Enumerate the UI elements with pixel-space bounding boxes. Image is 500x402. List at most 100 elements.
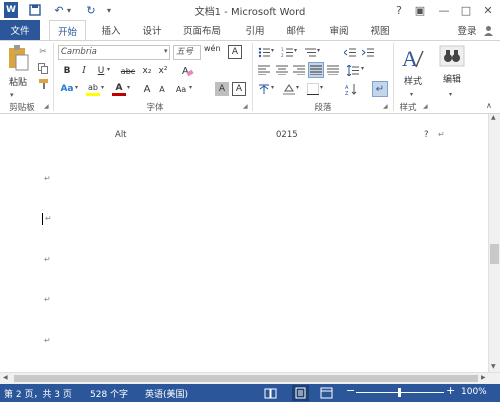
read-mode-icon[interactable] [264,387,277,402]
maximize-button[interactable]: □ [456,1,476,19]
font-name-dropdown-icon[interactable]: ▾ [164,47,168,55]
increase-indent-icon[interactable] [361,45,375,59]
bold-button[interactable]: B [60,64,74,78]
font-name-combo[interactable]: Cambria [58,45,170,60]
language-indicator[interactable]: 英语(美国) [145,387,188,400]
zoom-level[interactable]: 100% [461,387,487,397]
paragraph-mark: ↵ [44,255,51,264]
format-painter-icon[interactable] [36,77,50,91]
clear-formatting-icon[interactable]: A [180,63,194,77]
tab-review[interactable]: 审阅 [322,20,356,40]
print-layout-icon[interactable] [292,385,309,401]
zoom-out-button[interactable]: − [346,384,355,397]
web-layout-icon[interactable] [320,387,333,402]
underline-dropdown-icon[interactable]: ▾ [107,66,110,73]
editing-button[interactable]: 编辑 [439,45,465,89]
borders-dropdown-icon[interactable]: ▾ [320,84,323,91]
tab-view[interactable]: 视图 [363,20,397,40]
paste-dropdown-icon[interactable]: ▾ [10,91,14,99]
paragraph-mark: ↵ [44,174,51,183]
user-icon[interactable] [481,20,495,40]
show-hide-marks-icon[interactable]: ↵ [372,81,388,97]
change-case-icon[interactable]: Aa [174,82,188,96]
clipboard-launcher-icon[interactable]: ◢ [44,103,49,110]
text-effects-icon[interactable]: Aa [60,82,74,96]
zoom-in-button[interactable]: + [446,384,455,397]
zoom-slider-thumb[interactable] [398,388,401,397]
document-page[interactable]: Alt 0215 ? ↵ ↵ ↵ ↵ ↵ ↵ [0,114,488,372]
styles-button[interactable]: A 样式 [399,45,427,89]
styles-launcher-icon[interactable]: ◢ [423,103,428,110]
text-effects-dropdown-icon[interactable]: ▾ [75,84,78,91]
shading-dropdown-icon[interactable]: ▾ [296,84,299,91]
multilevel-dropdown-icon[interactable]: ▾ [317,47,320,54]
align-left-icon[interactable] [257,63,271,77]
justify-icon[interactable] [308,62,324,78]
page-count[interactable]: 第 2 页，共 3 页 [4,387,72,400]
tab-insert[interactable]: 插入 [94,20,128,40]
horizontal-scroll-thumb[interactable] [14,375,478,382]
paste-button[interactable]: 粘贴 [6,44,30,88]
highlight-color-icon[interactable]: ab [86,82,100,96]
copy-icon[interactable] [36,61,50,75]
minimize-button[interactable]: — [434,1,454,19]
bullets-dropdown-icon[interactable]: ▾ [271,47,274,54]
collapse-ribbon-icon[interactable]: ∧ [486,101,492,110]
cut-icon[interactable]: ✂ [36,45,50,59]
font-launcher-icon[interactable]: ◢ [243,103,248,110]
font-color-icon[interactable]: A [112,82,126,96]
align-right-icon[interactable] [292,63,306,77]
italic-button[interactable]: I [77,64,91,78]
sort-icon[interactable]: AZ [344,82,358,96]
styles-label: 样式 [403,77,422,87]
distributed-icon[interactable] [326,63,340,77]
close-button[interactable]: ✕ [478,1,498,19]
line-spacing-icon[interactable] [346,63,360,77]
bullets-icon[interactable] [257,45,271,59]
vertical-scroll-thumb[interactable] [490,244,499,264]
subscript-button[interactable]: x₂ [140,64,154,78]
font-color-dropdown-icon[interactable]: ▾ [127,84,130,91]
align-center-icon[interactable] [275,63,289,77]
multilevel-list-icon[interactable] [303,45,317,59]
shrink-font-icon[interactable]: A [155,82,169,96]
vertical-scrollbar[interactable]: ▲ ▼ [488,114,500,372]
help-button[interactable]: ? [389,1,409,19]
tab-design[interactable]: 设计 [135,20,169,40]
scroll-down-icon[interactable]: ▼ [491,363,496,370]
superscript-button[interactable]: x² [156,64,170,78]
login-link[interactable]: 登录 [452,20,482,40]
word-count[interactable]: 528 个字 [90,387,128,400]
phonetic-guide-icon[interactable]: wén [204,44,221,53]
scroll-up-icon[interactable]: ▲ [491,114,496,121]
change-case-dropdown-icon[interactable]: ▾ [189,84,192,91]
character-shading-icon[interactable]: A [215,82,229,96]
chinese-layout-dropdown-icon[interactable]: ▾ [271,84,274,91]
strikethrough-button[interactable]: abc [118,64,138,78]
styles-dropdown-icon[interactable]: ▾ [410,91,413,98]
tab-mailings[interactable]: 邮件 [279,20,313,40]
character-border-icon[interactable]: A [232,82,246,96]
highlight-dropdown-icon[interactable]: ▾ [101,84,104,91]
grow-font-icon[interactable]: A [140,82,154,96]
borders-icon[interactable] [306,82,320,96]
tab-page-layout[interactable]: 页面布局 [178,20,226,40]
scroll-right-icon[interactable]: ▶ [481,374,486,381]
decrease-indent-icon[interactable] [343,45,357,59]
ribbon-display-options-icon[interactable]: ▣ [410,1,430,19]
paragraph-launcher-icon[interactable]: ◢ [383,103,388,110]
chinese-layout-icon[interactable] [257,82,271,96]
numbering-dropdown-icon[interactable]: ▾ [294,47,297,54]
scroll-left-icon[interactable]: ◀ [3,374,8,381]
tab-references[interactable]: 引用 [238,20,272,40]
tab-home[interactable]: 开始 [49,20,86,40]
tab-file[interactable]: 文件 [0,20,40,40]
line-spacing-dropdown-icon[interactable]: ▾ [361,65,364,72]
shading-icon[interactable] [282,82,296,96]
editing-dropdown-icon[interactable]: ▾ [449,91,452,98]
horizontal-scrollbar[interactable]: ◀ ▶ [0,372,500,384]
font-size-combo[interactable]: 五号 [173,45,201,60]
underline-button[interactable]: U [94,64,108,78]
enclose-char-icon[interactable]: A [228,45,242,59]
numbering-icon[interactable]: 12 [280,45,294,59]
